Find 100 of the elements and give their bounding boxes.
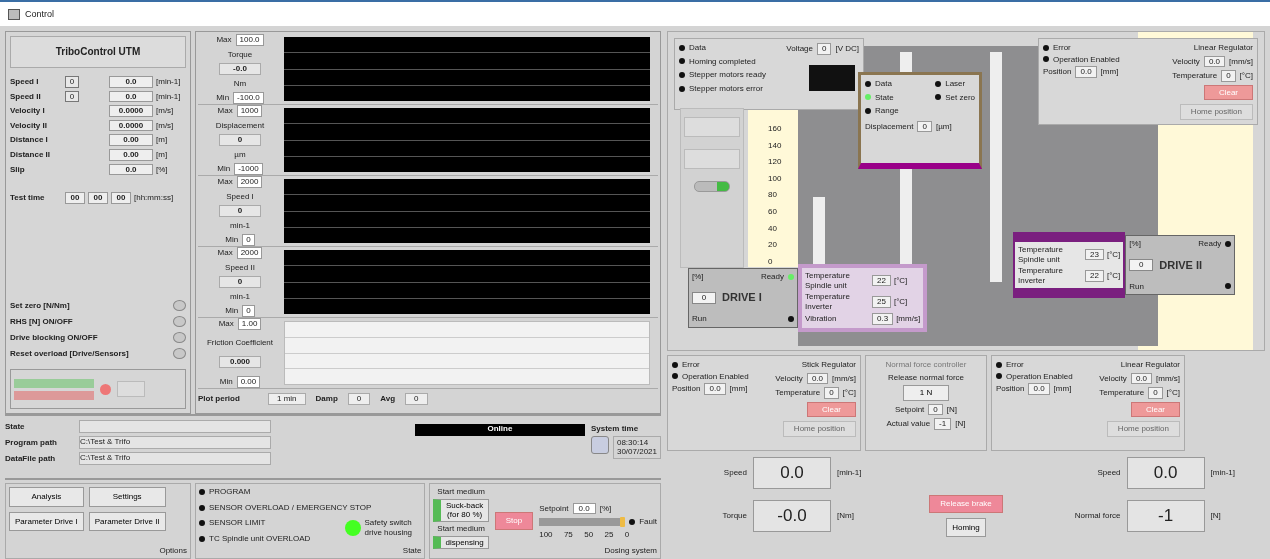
suck-back-button[interactable]: Suck-back (for 80 %): [433, 498, 489, 522]
sensor-unit: [°C]: [893, 297, 908, 307]
reading-unit: [min-1]: [156, 77, 182, 87]
home-position-button[interactable]: Home position: [1106, 421, 1180, 437]
temperature-field: 0: [1148, 387, 1163, 399]
min-field[interactable]: -100.0: [233, 92, 264, 104]
start-bar[interactable]: [14, 378, 94, 388]
min-field[interactable]: 0: [242, 305, 255, 317]
graph-value: -0.0: [219, 63, 261, 75]
displacement-field: 0: [917, 120, 932, 133]
option-button[interactable]: Analysis: [9, 487, 84, 507]
max-label: Max: [217, 248, 233, 258]
min-field[interactable]: 0.00: [236, 376, 261, 388]
switch-label: Drive blocking ON/OFF: [10, 332, 98, 343]
velocity-label: Velocity: [1172, 56, 1200, 67]
option-button[interactable]: Parameter Drive II: [88, 511, 166, 532]
option-button[interactable]: Parameter Drive I: [9, 511, 84, 532]
force-button[interactable]: 1 N: [902, 385, 950, 401]
sensor-label: Vibration: [805, 314, 838, 324]
plot-control-field[interactable]: 0: [405, 393, 428, 405]
window-icon: [8, 8, 20, 20]
max-field[interactable]: 1.00: [237, 318, 262, 330]
path-field[interactable]: C:\Test & Trifo: [79, 436, 271, 450]
homing-button[interactable]: Homing: [946, 517, 986, 538]
option-button[interactable]: Settings: [88, 487, 166, 507]
release-label: Release normal force: [887, 372, 964, 383]
max-label: Max: [217, 106, 233, 116]
reading-unit: [%]: [156, 164, 169, 175]
temperature-field: 0: [1221, 70, 1236, 82]
stop-bar[interactable]: [14, 390, 94, 400]
status-label: Stepper motors error: [689, 83, 763, 94]
path-label: State: [5, 421, 26, 432]
ready-label: Ready: [760, 272, 784, 282]
status-label: Data: [875, 79, 892, 89]
stop-icon[interactable]: [100, 383, 111, 395]
status-label: PROGRAM: [209, 487, 251, 497]
sensor-field: 23: [1085, 248, 1104, 261]
round-switch[interactable]: [173, 348, 186, 360]
status-label: Error: [1006, 360, 1024, 370]
round-switch[interactable]: [173, 300, 186, 312]
reading-value: 0.0: [109, 163, 153, 176]
test-time-label: Test time: [10, 193, 46, 203]
setpoint-field[interactable]: 0: [65, 90, 79, 103]
position-field: 0.0: [1075, 66, 1097, 78]
scale-label: 20: [768, 240, 778, 250]
velocity-unit: [mm/s]: [1229, 56, 1253, 67]
sensor-field: 25: [872, 296, 891, 308]
force-unit: [N]: [946, 404, 957, 415]
max-field[interactable]: 100.0: [235, 34, 264, 46]
safety-label: Safety switch drive housing: [364, 518, 414, 538]
slider-thumb[interactable]: [620, 517, 626, 528]
sensor-unit: [°C]: [1106, 271, 1121, 281]
reading-unit: [m]: [156, 149, 169, 160]
start-medium-label: Start medium: [437, 487, 485, 497]
clock-icon[interactable]: [590, 435, 609, 454]
system-time: 08:30:14 30/07/2021: [612, 435, 661, 460]
start-medium-label: Start medium: [437, 523, 485, 534]
min-field[interactable]: -1000: [234, 163, 263, 175]
status-label: Data: [689, 43, 706, 53]
min-field[interactable]: 0: [242, 234, 255, 246]
home-position-button[interactable]: Home position: [1179, 104, 1253, 120]
drive-value: 0: [1129, 259, 1154, 271]
status-label: Homing completed: [689, 56, 756, 67]
regulator-label: Linear Regulator: [1120, 360, 1180, 370]
temperature-unit: [°C]: [842, 388, 856, 398]
setpoint-field[interactable]: 0.0: [572, 502, 596, 515]
sensor-field: 22: [872, 274, 891, 287]
system-time-label: System time: [590, 424, 640, 434]
status-label: Operation Enabled: [1006, 371, 1073, 382]
path-field[interactable]: C:\Test & Trifo: [79, 452, 271, 466]
home-position-button[interactable]: Home position: [782, 421, 856, 437]
position-unit: [mm]: [1053, 384, 1072, 394]
round-switch[interactable]: [173, 316, 186, 328]
plot-control-field[interactable]: 0: [347, 393, 371, 405]
sensor-unit: [°C]: [893, 275, 908, 286]
status-label: Laser: [945, 79, 966, 89]
toggle-switch[interactable]: [694, 181, 730, 192]
graph-unit: min-1: [230, 291, 250, 302]
setpoint-field[interactable]: 0: [65, 76, 79, 88]
dispensing-button[interactable]: dispensing: [433, 535, 489, 550]
max-field[interactable]: 1000: [236, 105, 263, 117]
temperature-label: Temperature: [775, 388, 821, 398]
sensor-label: Temperature Inverter: [805, 292, 851, 312]
min-label: Min: [217, 164, 231, 174]
display-value: 0.0: [753, 457, 831, 489]
force-label: Setpoint: [894, 404, 925, 415]
position-unit: [mm]: [1100, 67, 1119, 77]
display-value: 0.0: [1126, 457, 1205, 489]
round-switch[interactable]: [173, 332, 186, 344]
max-field[interactable]: 2000: [236, 176, 263, 188]
panel-caption: Options: [159, 546, 187, 556]
connection-status: Online: [414, 424, 585, 437]
graph-title: Speed I: [226, 191, 254, 202]
plot-control-field[interactable]: 1 min: [268, 393, 306, 405]
panel-caption: Normal force controller: [885, 360, 967, 370]
sensor-unit: [mm/s]: [896, 314, 921, 324]
velocity-field: 0.0: [1203, 55, 1225, 68]
slider-track[interactable]: [539, 518, 626, 527]
tick-label: 100: [539, 529, 553, 540]
max-field[interactable]: 2000: [236, 247, 263, 259]
